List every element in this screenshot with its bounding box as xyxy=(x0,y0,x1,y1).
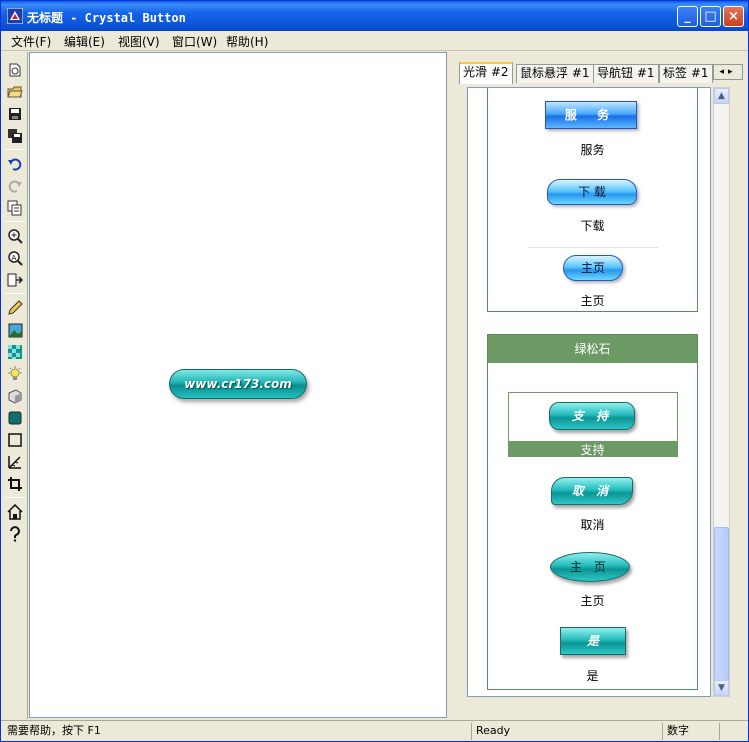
tool-bar: A xyxy=(1,52,28,719)
preview-button[interactable]: www.cr173.com xyxy=(169,369,307,399)
new-icon[interactable] xyxy=(7,62,23,78)
menu-file[interactable]: 文件(F) xyxy=(11,33,51,50)
status-empty xyxy=(719,723,747,740)
yes-label: 是 xyxy=(586,669,599,683)
gallery-tabs: 光滑 #2 鼠标悬浮 #1 导航钮 #1 标签 #1 ◂▸ xyxy=(459,62,743,84)
menu-edit[interactable]: 编辑(E) xyxy=(64,33,105,50)
menu-window[interactable]: 窗口(W) xyxy=(172,33,217,50)
home-button-teal[interactable]: 主 页 xyxy=(550,552,630,582)
open-icon[interactable] xyxy=(7,84,23,100)
scroll-thumb[interactable] xyxy=(714,527,729,681)
zoom-in-icon[interactable] xyxy=(7,228,23,244)
app-window: 无标题 - Crystal Button _ □ × 文件(F) 编辑(E) 视… xyxy=(0,0,749,742)
panel-splitter[interactable] xyxy=(448,52,455,719)
scroll-up-arrow-icon[interactable]: ▲ xyxy=(714,88,729,104)
menu-view[interactable]: 视图(V) xyxy=(118,33,160,50)
redo-icon xyxy=(8,180,22,193)
undo-icon[interactable] xyxy=(7,156,23,172)
yes-button[interactable]: 是 xyxy=(560,627,626,655)
measure-icon[interactable] xyxy=(7,454,23,470)
save-all-icon[interactable] xyxy=(7,128,23,144)
status-help: 需要帮助，按下 F1 xyxy=(7,724,101,737)
image-icon[interactable] xyxy=(7,322,23,338)
texture-icon[interactable] xyxy=(7,344,23,360)
menu-help[interactable]: 帮助(H) xyxy=(226,33,268,50)
title-bar[interactable]: 无标题 - Crystal Button _ □ × xyxy=(1,1,748,31)
cancel-button[interactable]: 取 消 xyxy=(551,477,633,505)
home-label-blue: 主页 xyxy=(580,294,605,308)
turquoise-group-header: 绿松石 xyxy=(488,335,697,363)
export-icon[interactable] xyxy=(7,272,23,288)
toolbar-separator xyxy=(5,149,25,150)
home-label-teal: 主页 xyxy=(580,594,605,608)
service-button[interactable]: 服 务 xyxy=(545,101,637,129)
support-label: 支持 xyxy=(580,443,605,457)
menu-bar: 文件(F) 编辑(E) 视图(V) 窗口(W) 帮助(H) xyxy=(1,31,748,51)
blue-button-group: 服 务 服务 下 载 下载 主页 主页 xyxy=(487,88,698,312)
download-button[interactable]: 下 载 xyxy=(547,179,637,205)
service-label: 服务 xyxy=(580,143,605,157)
app-icon xyxy=(7,8,23,24)
pencil-icon[interactable] xyxy=(7,300,23,316)
tab-label[interactable]: 标签 #1 xyxy=(659,64,713,83)
tab-mouse-hover[interactable]: 鼠标悬浮 #1 xyxy=(516,64,594,83)
zoom-fit-icon[interactable]: A xyxy=(7,250,23,266)
svg-text:A: A xyxy=(12,254,17,262)
design-canvas[interactable]: www.cr173.com xyxy=(29,52,447,718)
minimize-button[interactable]: _ xyxy=(677,6,698,27)
light-icon[interactable] xyxy=(7,366,23,382)
turquoise-button-group: 绿松石 支 持 支持 取 消 取消 主 页 主页 是 是 xyxy=(487,334,698,690)
close-button[interactable]: × xyxy=(723,6,744,27)
download-label: 下载 xyxy=(580,219,605,233)
fill-icon[interactable] xyxy=(7,410,23,426)
tab-glossy[interactable]: 光滑 #2 xyxy=(459,62,513,84)
button-gallery[interactable]: 服 务 服务 下 载 下载 主页 主页 绿松石 支 持 支持 取 消 取消 主 … xyxy=(467,87,711,697)
copy-icon[interactable] xyxy=(7,200,23,216)
window-title: 无标题 - Crystal Button xyxy=(27,11,186,25)
rectangle-icon[interactable] xyxy=(7,432,23,448)
help-icon[interactable] xyxy=(7,526,23,542)
support-button[interactable]: 支 持 xyxy=(549,402,635,430)
status-state: Ready xyxy=(471,723,661,740)
toolbar-separator xyxy=(5,221,25,222)
scroll-down-arrow-icon[interactable]: ▼ xyxy=(714,680,729,696)
home-icon[interactable] xyxy=(7,504,23,520)
crop-icon[interactable] xyxy=(7,476,23,492)
shade-icon[interactable] xyxy=(7,388,23,404)
save-icon[interactable] xyxy=(7,106,23,122)
gallery-scrollbar[interactable]: ▲ ▼ xyxy=(713,87,730,697)
home-button-blue[interactable]: 主页 xyxy=(563,255,623,281)
toolbar-separator xyxy=(5,497,25,498)
item-divider xyxy=(528,247,658,248)
maximize-button[interactable]: □ xyxy=(700,6,721,27)
gallery-panel: 光滑 #2 鼠标悬浮 #1 导航钮 #1 标签 #1 ◂▸ 服 务 服务 下 载… xyxy=(455,52,748,719)
cancel-label: 取消 xyxy=(580,518,605,532)
tab-scroll-arrows[interactable]: ◂▸ xyxy=(713,64,743,80)
tab-nav-button[interactable]: 导航钮 #1 xyxy=(593,64,659,83)
status-mode: 数字 xyxy=(662,723,718,740)
status-bar: 需要帮助，按下 F1 Ready 数字 xyxy=(1,720,748,741)
toolbar-separator xyxy=(5,293,25,294)
